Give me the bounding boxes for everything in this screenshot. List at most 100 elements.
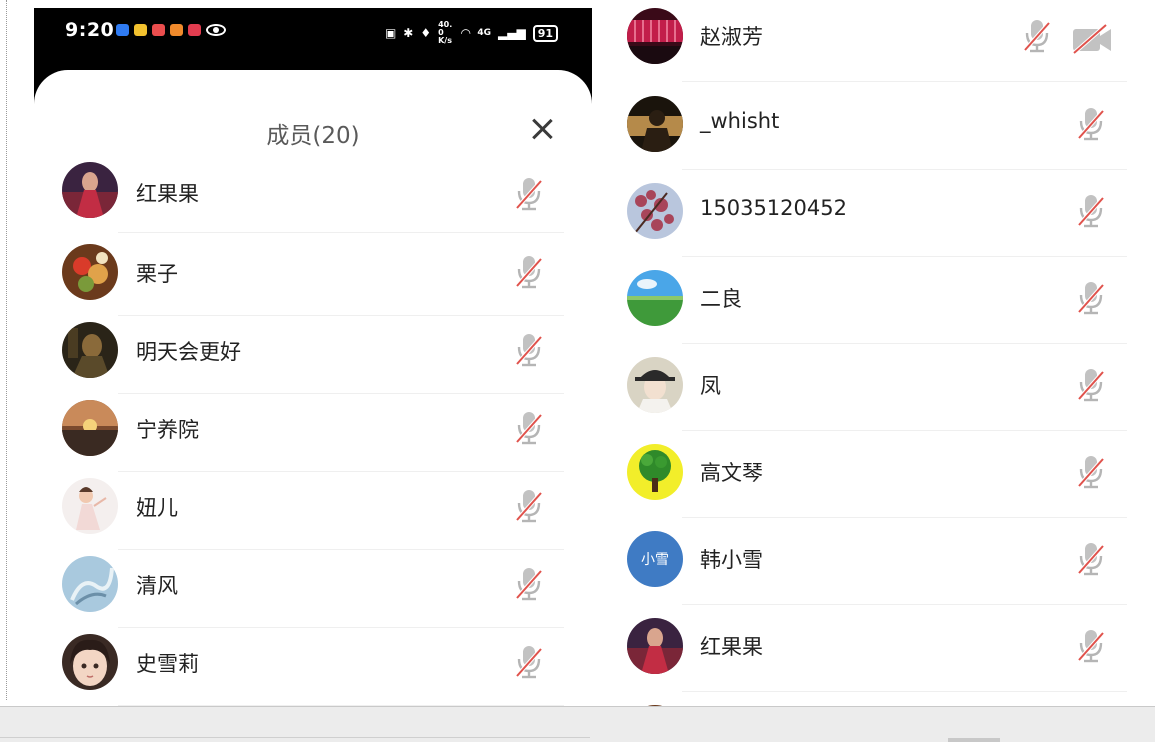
eye-icon — [206, 24, 226, 36]
row-divider — [682, 604, 1127, 605]
member-avatar: 小雪 — [627, 531, 683, 587]
notification-icons — [116, 24, 226, 36]
mic-muted-icon[interactable] — [514, 254, 544, 290]
close-icon[interactable] — [527, 114, 557, 144]
horizontal-scrollbar[interactable] — [948, 738, 1000, 742]
mic-muted-icon[interactable] — [514, 488, 544, 524]
member-avatar — [62, 322, 118, 378]
mic-muted-icon[interactable] — [1076, 454, 1106, 490]
row-divider — [118, 549, 564, 550]
row-divider — [682, 430, 1127, 431]
member-avatar — [627, 183, 683, 239]
member-avatar — [62, 400, 118, 456]
member-row[interactable]: 红果果 — [600, 616, 1155, 692]
right-phone-screen: 赵淑芳 _whisht 15035120452 二良 凤 高文琴 小雪 韩小雪 … — [600, 0, 1155, 731]
status-indicators: ▣ ✱ ♦ 40.0 K/s ◠ 4G ▂▄▆ 91 — [385, 21, 558, 45]
app-notification-icon — [134, 24, 147, 36]
member-avatar — [62, 162, 118, 218]
row-divider — [118, 627, 564, 628]
nfc-icon: ▣ — [384, 26, 397, 40]
row-divider — [682, 256, 1127, 257]
mic-muted-icon[interactable] — [1076, 541, 1106, 577]
member-avatar — [62, 478, 118, 534]
member-row[interactable]: 高文琴 — [600, 442, 1155, 518]
left-phone-screen: 9:20 ▣ ✱ ♦ 40.0 K/s ◠ 4G ▂▄▆ 91 成员(20) 红… — [34, 8, 592, 706]
member-name: 史雪莉 — [136, 652, 199, 676]
row-divider — [118, 232, 564, 233]
row-divider — [118, 393, 564, 394]
avatar-initials: 小雪 — [627, 531, 683, 587]
member-row[interactable]: 红果果 — [34, 162, 592, 234]
mic-muted-icon[interactable] — [1076, 193, 1106, 229]
mic-status-icon: ♦ — [420, 26, 432, 40]
member-name: _whisht — [700, 109, 780, 133]
mic-muted-icon[interactable] — [514, 566, 544, 602]
member-avatar — [62, 244, 118, 300]
app-notification-icon — [116, 24, 129, 36]
member-row[interactable]: 小雪 韩小雪 — [600, 529, 1155, 605]
member-name: 赵淑芳 — [700, 25, 763, 49]
status-time: 9:20 — [65, 19, 115, 41]
row-divider — [682, 81, 1127, 82]
mic-muted-icon[interactable] — [1076, 106, 1106, 142]
row-divider — [682, 169, 1127, 170]
battery-indicator: 91 — [532, 24, 558, 42]
member-name: 明天会更好 — [136, 340, 241, 364]
member-avatar — [627, 357, 683, 413]
member-name: 宁养院 — [136, 418, 199, 442]
sheet-title: 成员(20) — [266, 123, 360, 149]
member-avatar — [62, 556, 118, 612]
bluetooth-icon: ✱ — [403, 26, 414, 40]
mic-muted-icon[interactable] — [1076, 628, 1106, 664]
mic-muted-icon[interactable] — [1022, 18, 1052, 54]
member-avatar — [627, 8, 683, 64]
member-row[interactable]: 清风 — [34, 554, 592, 628]
member-name: 清风 — [136, 574, 178, 598]
member-avatar — [627, 618, 683, 674]
member-name: 15035120452 — [700, 196, 847, 220]
mic-muted-icon[interactable] — [514, 644, 544, 680]
mic-muted-icon[interactable] — [1076, 367, 1106, 403]
app-notification-icon — [188, 24, 201, 36]
member-name: 红果果 — [700, 635, 763, 659]
mic-muted-icon[interactable] — [514, 176, 544, 212]
member-row[interactable]: 凤 — [600, 355, 1155, 431]
app-notification-icon — [152, 24, 165, 36]
member-row[interactable]: 栗子 — [34, 242, 592, 316]
member-avatar — [627, 270, 683, 326]
member-name: 栗子 — [136, 262, 178, 286]
member-row[interactable]: 二良 — [600, 268, 1155, 344]
member-avatar — [627, 96, 683, 152]
mic-muted-icon[interactable] — [1076, 280, 1106, 316]
row-divider — [118, 471, 564, 472]
member-avatar — [627, 444, 683, 500]
mic-muted-icon[interactable] — [514, 410, 544, 446]
member-row[interactable]: 史雪莉 — [34, 632, 592, 706]
member-name: 二良 — [700, 287, 742, 311]
bottom-bar-line — [0, 737, 590, 738]
camera-off-icon[interactable] — [1070, 24, 1114, 54]
signal-label: 4G — [477, 28, 491, 38]
member-name: 妞儿 — [136, 496, 178, 520]
app-notification-icon — [170, 24, 183, 36]
member-avatar — [62, 634, 118, 690]
member-row[interactable]: 赵淑芳 — [600, 6, 1155, 82]
window-bottom-bar — [0, 706, 1155, 742]
wifi-icon: ◠ — [461, 26, 471, 40]
member-name: 高文琴 — [700, 461, 763, 485]
member-name: 红果果 — [136, 182, 199, 206]
status-bar: 9:20 ▣ ✱ ♦ 40.0 K/s ◠ 4G ▂▄▆ 91 — [34, 8, 592, 54]
row-divider — [118, 315, 564, 316]
row-divider — [682, 517, 1127, 518]
members-sheet: 成员(20) 红果果 栗子 明天会更好 宁养院 妞儿 清风 史雪莉 — [34, 70, 592, 706]
member-row[interactable]: 妞儿 — [34, 476, 592, 550]
editor-frame-left — [6, 0, 7, 700]
member-name: 韩小雪 — [700, 548, 763, 572]
member-row[interactable]: _whisht — [600, 94, 1155, 170]
member-row[interactable]: 宁养院 — [34, 398, 592, 472]
row-divider — [682, 343, 1127, 344]
row-divider — [682, 691, 1127, 692]
mic-muted-icon[interactable] — [514, 332, 544, 368]
member-row[interactable]: 明天会更好 — [34, 320, 592, 394]
member-row[interactable]: 15035120452 — [600, 181, 1155, 257]
